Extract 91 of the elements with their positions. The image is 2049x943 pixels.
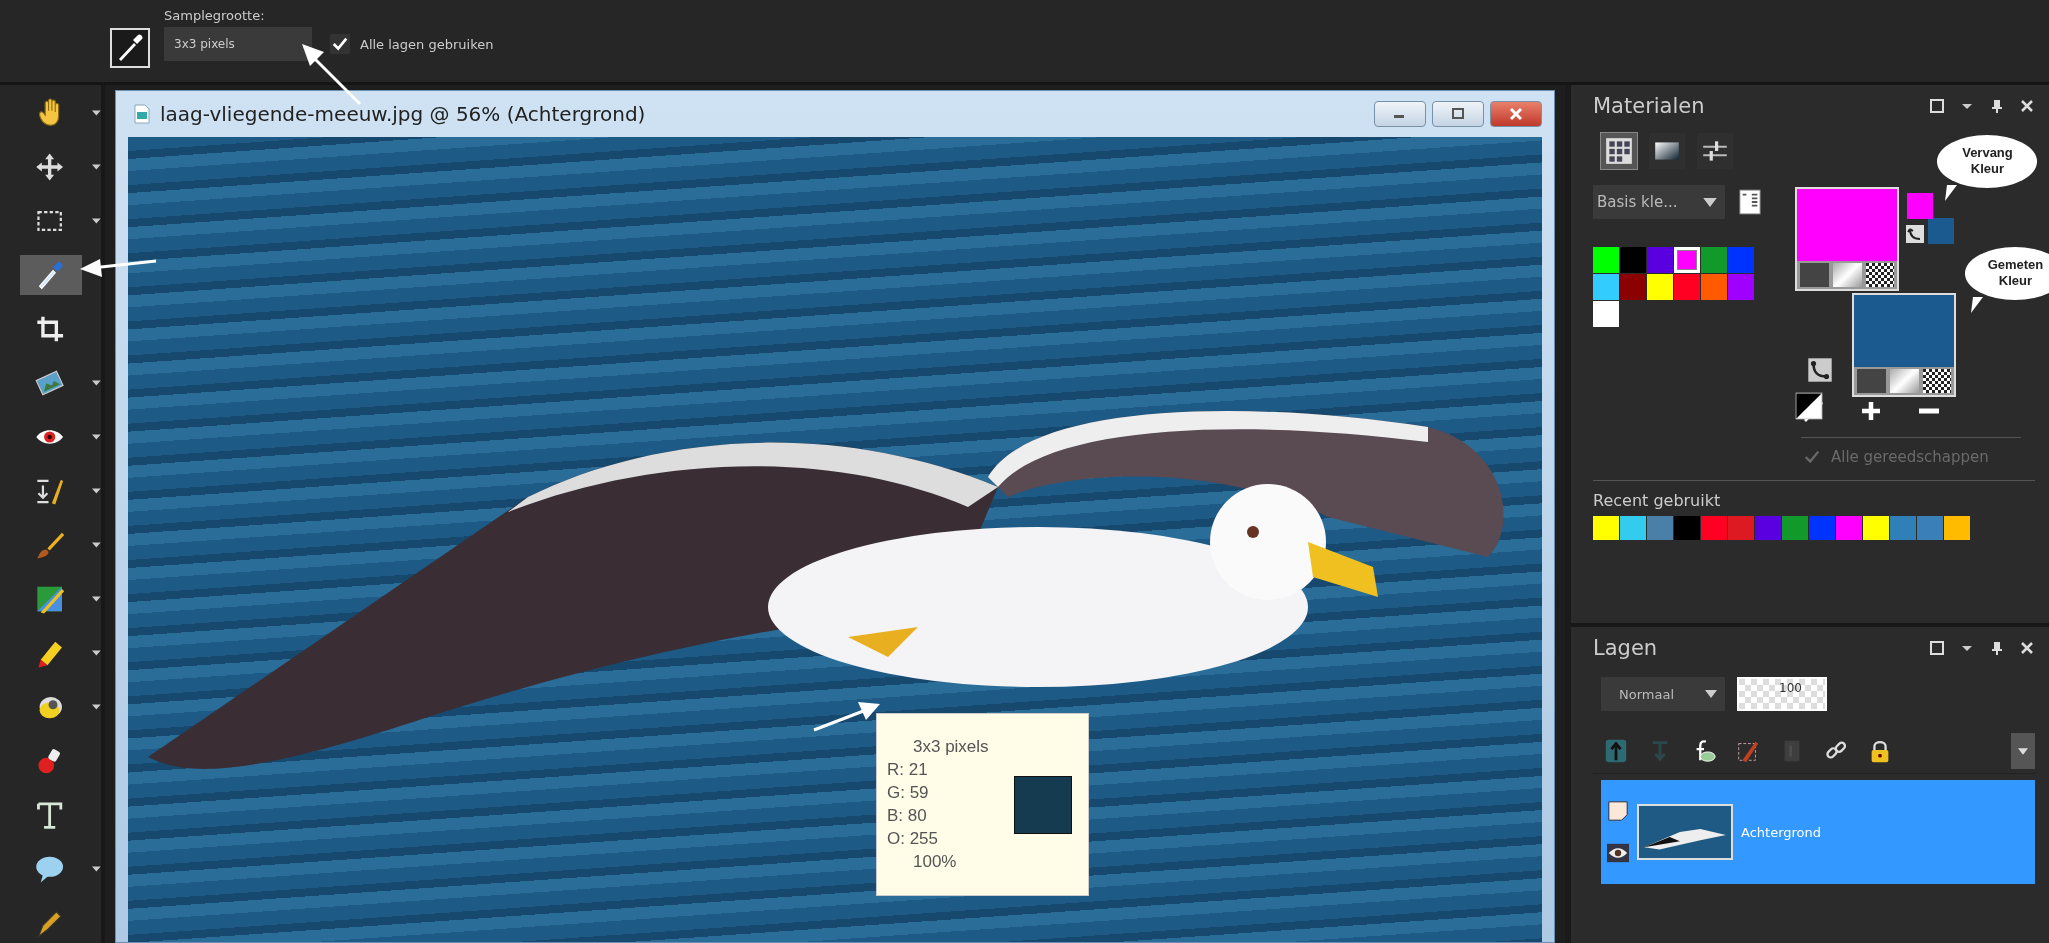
color-swatch[interactable] — [1674, 516, 1700, 540]
color-value-text: G: 59 — [887, 783, 930, 803]
blend-mode-dropdown[interactable]: Normaal — [1601, 677, 1725, 711]
caret-icon — [1703, 197, 1717, 207]
pin-icon[interactable] — [1989, 640, 2005, 656]
color-swatch[interactable] — [1836, 516, 1862, 540]
caret-icon[interactable] — [92, 218, 101, 224]
caret-icon[interactable] — [92, 596, 101, 602]
panel-title: Lagen — [1593, 636, 1658, 660]
background-color-box[interactable] — [1852, 293, 1957, 397]
annotation-arrow — [812, 700, 882, 734]
visibility-eye-icon[interactable] — [1607, 842, 1629, 864]
color-swatch[interactable] — [1593, 247, 1619, 273]
caret-icon[interactable] — [92, 650, 101, 656]
sample-size-label: Samplegrootte: — [164, 8, 266, 23]
color-swatch[interactable] — [1647, 274, 1673, 300]
color-swatch[interactable] — [1647, 516, 1673, 540]
sample-size-text: 3x3 pixels — [912, 737, 989, 757]
color-swatch[interactable] — [1701, 516, 1727, 540]
opacity-percent-text: 100% — [912, 852, 958, 872]
callout-bubble: Gemeten Kleur — [1965, 247, 2049, 300]
close-icon[interactable] — [2019, 640, 2035, 656]
palette-dropdown[interactable]: Basis kle... — [1593, 185, 1725, 219]
opacity-field[interactable]: 100 — [1737, 677, 1827, 711]
color-swatch[interactable] — [1890, 516, 1916, 540]
caret-icon[interactable] — [92, 164, 101, 170]
callout-bubble: Vervang Kleur — [1937, 135, 2038, 188]
float-icon[interactable] — [1929, 98, 1945, 114]
color-value-text: B: 80 — [887, 806, 928, 826]
image-file-icon — [134, 104, 150, 124]
gradient-tab-icon[interactable] — [1649, 133, 1685, 169]
color-swatch[interactable] — [1674, 247, 1700, 273]
document-icon[interactable] — [1739, 189, 1761, 215]
foreground-color-swatch[interactable] — [1907, 193, 1934, 219]
color-swatch[interactable] — [1917, 516, 1943, 540]
close-icon[interactable] — [2019, 98, 2035, 114]
maximize-button[interactable] — [1432, 101, 1484, 127]
float-icon[interactable] — [1929, 640, 1945, 656]
use-all-layers-checkbox[interactable] — [330, 34, 350, 54]
color-swatch[interactable] — [1944, 516, 1970, 540]
color-swatch[interactable] — [1782, 516, 1808, 540]
arrow-up-icon[interactable] — [1603, 738, 1629, 764]
sliders-tab-icon[interactable] — [1697, 133, 1733, 169]
color-value-text: O: 255 — [887, 829, 940, 849]
color-swatch[interactable] — [1620, 247, 1646, 273]
caret-icon[interactable] — [92, 704, 101, 710]
caret-icon — [2018, 747, 2028, 755]
caret-icon[interactable] — [92, 866, 101, 872]
caret-icon[interactable] — [92, 488, 101, 494]
reset-colors-icon[interactable] — [1795, 392, 1824, 420]
minimize-button[interactable] — [1374, 101, 1426, 127]
color-swatch[interactable] — [1620, 516, 1646, 540]
color-swatch[interactable] — [1593, 516, 1619, 540]
layer-type-icon — [1607, 800, 1629, 822]
color-value-text: R: 21 — [887, 760, 929, 780]
layer-name: Achtergrond — [1741, 824, 1822, 840]
add-icon[interactable] — [1859, 399, 1883, 423]
all-tools-label: Alle gereedschappen — [1831, 448, 1989, 466]
swap-icon[interactable] — [1905, 224, 1926, 244]
caret-icon[interactable] — [92, 434, 101, 440]
document-title: laag-vliegende-meeuw.jpg @ 56% (Achtergrond) — [160, 102, 646, 126]
callout-tail — [1945, 185, 1960, 201]
color-swatch[interactable] — [1863, 516, 1889, 540]
color-swatch[interactable] — [1728, 516, 1754, 540]
caret-icon — [1705, 690, 1717, 698]
color-swatch[interactable] — [1701, 274, 1727, 300]
caret-icon[interactable] — [92, 110, 101, 116]
callout-tail — [1971, 297, 1986, 313]
color-swatch[interactable] — [1728, 274, 1754, 300]
recent-colors-title: Recent gebruikt — [1593, 491, 1722, 510]
color-swatch[interactable] — [1755, 516, 1781, 540]
more-dropdown[interactable] — [2011, 733, 2035, 769]
close-button[interactable] — [1490, 101, 1542, 127]
color-swatch[interactable] — [1647, 247, 1673, 273]
background-color-swatch[interactable] — [1928, 218, 1955, 244]
use-all-layers-label: Alle lagen gebruiken — [360, 36, 494, 52]
color-swatch[interactable] — [1728, 247, 1754, 273]
color-swatch[interactable] — [1701, 247, 1727, 273]
foreground-color-box[interactable] — [1795, 187, 1900, 291]
color-swatch[interactable] — [1593, 274, 1619, 300]
swap-icon[interactable] — [1807, 357, 1834, 383]
color-swatch[interactable] — [1809, 516, 1835, 540]
pin-icon[interactable] — [1989, 98, 2005, 114]
caret-icon[interactable] — [92, 542, 101, 548]
color-swatch[interactable] — [1620, 274, 1646, 300]
color-swatch[interactable] — [1593, 301, 1619, 327]
color-swatch[interactable] — [1674, 274, 1700, 300]
swatches-tab-icon[interactable] — [1601, 133, 1637, 169]
panel-title: Materialen — [1593, 94, 1705, 118]
caret-icon[interactable] — [92, 380, 101, 386]
sample-size-dropdown[interactable]: 3x3 pixels — [164, 27, 312, 61]
